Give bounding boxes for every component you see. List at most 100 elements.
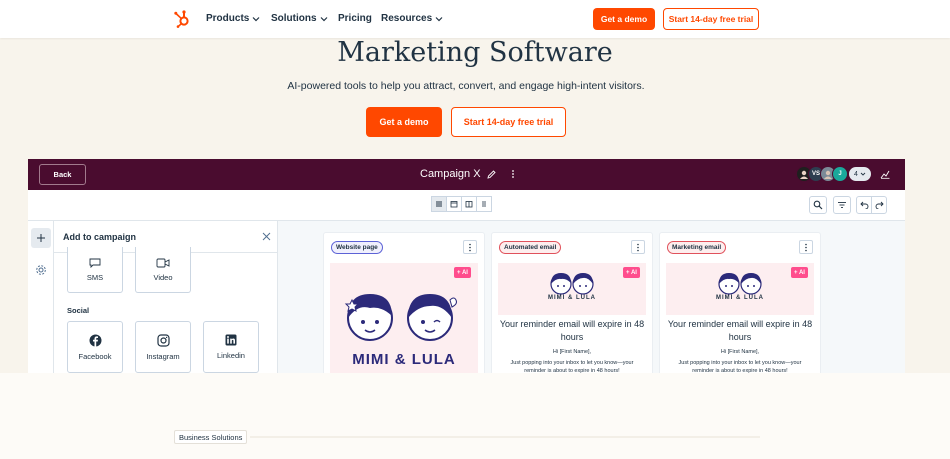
business-solutions-label: Business Solutions [179,432,243,442]
facebook-icon [89,334,101,346]
campaign-card-website-page[interactable]: Website page MIMI & LULA + AI [323,232,485,373]
undo-redo-group [856,196,887,214]
add-button[interactable] [31,228,51,248]
card-menu-button[interactable] [463,240,477,254]
email-header-thumbnail: MIMI & LULA + AI [498,263,646,315]
back-button[interactable]: Back [39,164,86,185]
redo-button[interactable] [871,196,887,214]
nav-pricing[interactable]: Pricing [338,13,372,24]
nav-get-demo-label: Get a demo [600,14,648,24]
add-to-campaign-panel: Add to campaign SMS Video Social Faceboo… [54,221,278,373]
calendar-view-button[interactable] [446,196,462,212]
collaborator-avatars[interactable]: VS J 4 [796,166,872,182]
hero-get-demo-button[interactable]: Get a demo [366,107,442,137]
chevron-down-icon [860,172,866,176]
edit-pencil-icon[interactable] [486,169,496,179]
undo-button[interactable] [856,196,872,214]
chevron-down-icon [320,16,327,21]
more-vertical-icon [805,243,807,251]
nav-free-trial-button[interactable]: Start 14-day free trial [663,8,759,30]
avatar-initials: J [838,171,842,177]
hero-get-demo-label: Get a demo [379,117,429,127]
email-greeting: Hi [First Name], [552,349,592,355]
tile-instagram[interactable]: Instagram [135,321,191,373]
tile-label: Instagram [146,351,180,361]
section-label-social: Social [67,306,90,315]
email-header-thumbnail: MIMI & LULA + AI [666,263,814,315]
ai-badge[interactable]: + AI [623,267,640,278]
back-button-label: Back [53,170,72,179]
chevron-down-icon [435,16,443,21]
tile-video[interactable]: Video [135,247,191,293]
redo-icon [875,201,884,209]
brand-name: MIMI & LULA [548,295,596,301]
email-heading: Your reminder email will expire in 48 ho… [499,319,645,342]
tile-label: Facebook [78,351,112,361]
avatar-count-dropdown[interactable]: 4 [848,166,872,182]
hero-free-trial-label: Start 14-day free trial [463,117,554,127]
close-icon[interactable] [262,232,271,241]
card-menu-button[interactable] [631,240,645,254]
avatar: J [832,166,848,182]
hubspot-logo-icon[interactable] [172,9,192,29]
nav-solutions[interactable]: Solutions [271,13,328,24]
search-icon [813,200,823,210]
asset-type-tag: Marketing email [667,241,727,254]
bottom-section: Business Solutions [0,373,950,459]
mimi-lula-illustration-icon [550,273,594,295]
ai-badge[interactable]: + AI [454,267,471,278]
brand-name: MIMI & LULA [716,295,764,301]
ai-badge-label: + AI [457,269,468,276]
avatar-initials: VS [811,171,820,177]
campaign-app-preview: Back Campaign X VS J 4 Add to campaign S… [28,159,905,373]
chart-icon[interactable] [880,169,890,179]
board-icon [465,201,473,208]
business-solutions-tab[interactable]: Business Solutions [174,430,248,444]
search-button[interactable] [809,196,827,214]
detail-view-button[interactable] [476,196,492,212]
filter-button[interactable] [833,196,851,214]
asset-type-tag: Website page [331,241,383,254]
top-navigation: Products Solutions Pricing Resources Get… [0,0,950,38]
video-icon [156,258,170,267]
divider [250,436,760,438]
ai-badge[interactable]: + AI [791,267,808,278]
nav-resources-label: Resources [381,13,433,24]
side-rail [28,221,54,373]
avatar-count: 4 [854,170,858,178]
ai-badge-label: + AI [794,269,805,276]
tile-facebook[interactable]: Facebook [67,321,123,373]
instagram-icon [156,333,170,347]
calendar-icon [450,201,458,208]
nav-resources[interactable]: Resources [381,13,443,24]
campaign-card-marketing-email[interactable]: Marketing email MIMI & LULA + AI Your re… [659,232,821,373]
more-vertical-icon [637,243,639,251]
campaign-title-label: Campaign X [420,168,481,180]
app-toolbar [28,190,905,221]
campaign-title: Campaign X [420,168,516,180]
card-menu-button[interactable] [799,240,813,254]
chevron-down-icon [252,16,260,21]
list-view-button[interactable] [431,196,447,212]
nav-solutions-label: Solutions [271,13,317,24]
tile-sms[interactable]: SMS [67,247,123,293]
list-icon [436,201,442,207]
page-title: Marketing Software [337,37,613,68]
nav-free-trial-label: Start 14-day free trial [668,14,754,24]
campaign-card-automated-email[interactable]: Automated email MIMI & LULA + AI Your re… [491,232,653,373]
sms-icon [89,258,101,268]
more-vertical-icon [469,243,471,251]
email-heading: Your reminder email will expire in 48 ho… [667,319,813,342]
hero-free-trial-button[interactable]: Start 14-day free trial [451,107,566,137]
more-vertical-icon[interactable] [510,169,516,179]
nav-pricing-label: Pricing [338,13,372,24]
board-view-button[interactable] [461,196,477,212]
tag-label: Website page [336,244,378,251]
nav-products[interactable]: Products [206,13,260,24]
brand-name: MIMI & LULA [352,351,456,368]
app-header-bar: Back Campaign X VS J 4 [28,159,905,190]
email-greeting: Hi [First Name], [720,349,760,355]
nav-get-demo-button[interactable]: Get a demo [593,8,655,30]
gear-icon[interactable] [35,264,47,276]
tile-linkedin[interactable]: Linkedin [203,321,259,373]
